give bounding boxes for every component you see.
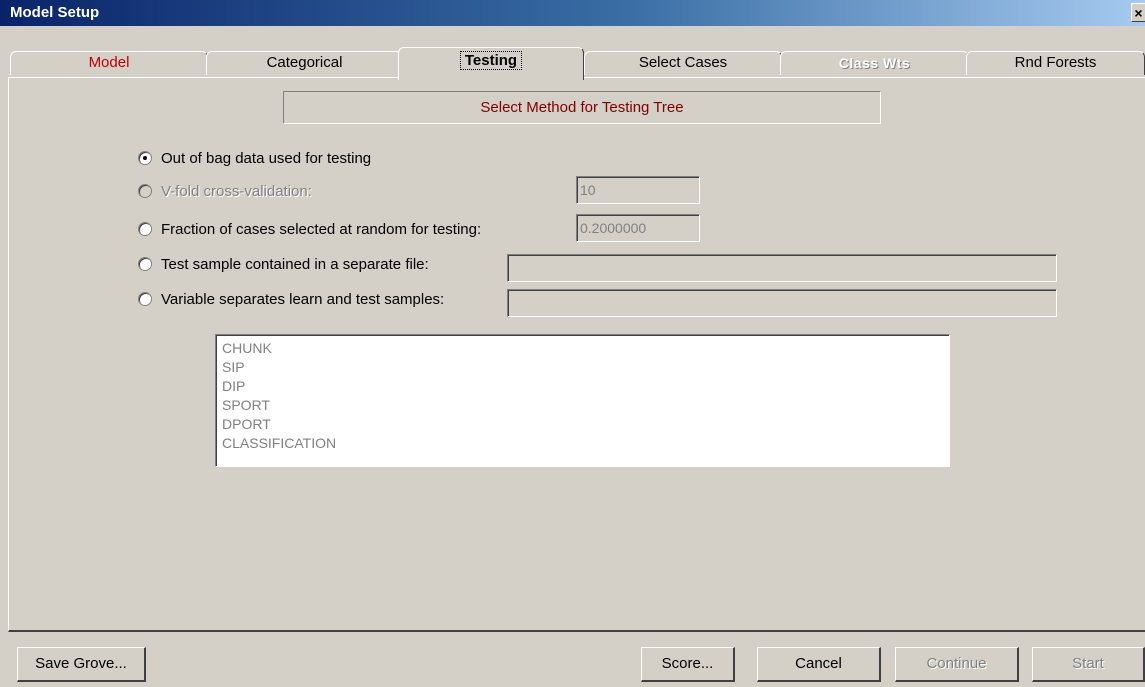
list-item[interactable]: CLASSIFICATION: [222, 434, 949, 453]
radio-variable-separates[interactable]: [138, 292, 152, 306]
list-item[interactable]: CHUNK: [222, 339, 949, 358]
radio-fraction-random[interactable]: [138, 222, 152, 236]
tab-rnd-forests[interactable]: Rnd Forests: [966, 51, 1145, 75]
tab-testing[interactable]: Testing: [398, 47, 584, 80]
tab-categorical[interactable]: Categorical: [206, 51, 403, 75]
variable-separates-input[interactable]: [507, 289, 1057, 317]
variable-listbox[interactable]: CHUNK SIP DIP SPORT DPORT CLASSIFICATION: [215, 334, 950, 467]
option-variable-separates-label: Variable separates learn and test sample…: [161, 291, 445, 308]
radio-out-of-bag[interactable]: [138, 151, 152, 165]
option-vfold-label: V-fold cross-validation:: [161, 183, 312, 200]
separate-file-input[interactable]: [507, 254, 1057, 282]
score-button[interactable]: Score...: [641, 647, 735, 682]
tab-testing-label: Testing: [459, 51, 523, 70]
option-separate-file-label: Test sample contained in a separate file…: [161, 256, 429, 273]
window-title: Model Setup: [10, 4, 100, 21]
start-button: Start: [1032, 647, 1145, 682]
close-icon[interactable]: ×: [1131, 3, 1145, 22]
option-fraction-random-label: Fraction of cases selected at random for…: [161, 221, 482, 238]
tab-strip: Model Categorical Testing Select Cases C…: [0, 26, 1145, 80]
tab-class-wts: Class Wts: [780, 51, 969, 75]
radio-vfold: [138, 184, 152, 198]
cancel-button[interactable]: Cancel: [757, 647, 881, 682]
continue-button: Continue: [895, 647, 1019, 682]
fraction-input[interactable]: 0.2000000: [576, 214, 700, 242]
list-item[interactable]: DIP: [222, 377, 949, 396]
list-item[interactable]: SIP: [222, 358, 949, 377]
radio-separate-file[interactable]: [138, 257, 152, 271]
option-out-of-bag-label: Out of bag data used for testing: [161, 150, 372, 167]
list-item[interactable]: SPORT: [222, 396, 949, 415]
tab-model[interactable]: Model: [10, 51, 208, 75]
title-bar: Model Setup ×: [0, 0, 1145, 26]
save-grove-button[interactable]: Save Grove...: [17, 647, 146, 682]
vfold-input: 10: [576, 176, 700, 204]
tab-select-cases[interactable]: Select Cases: [584, 51, 782, 75]
section-header: Select Method for Testing Tree: [283, 91, 881, 124]
list-item[interactable]: DPORT: [222, 415, 949, 434]
